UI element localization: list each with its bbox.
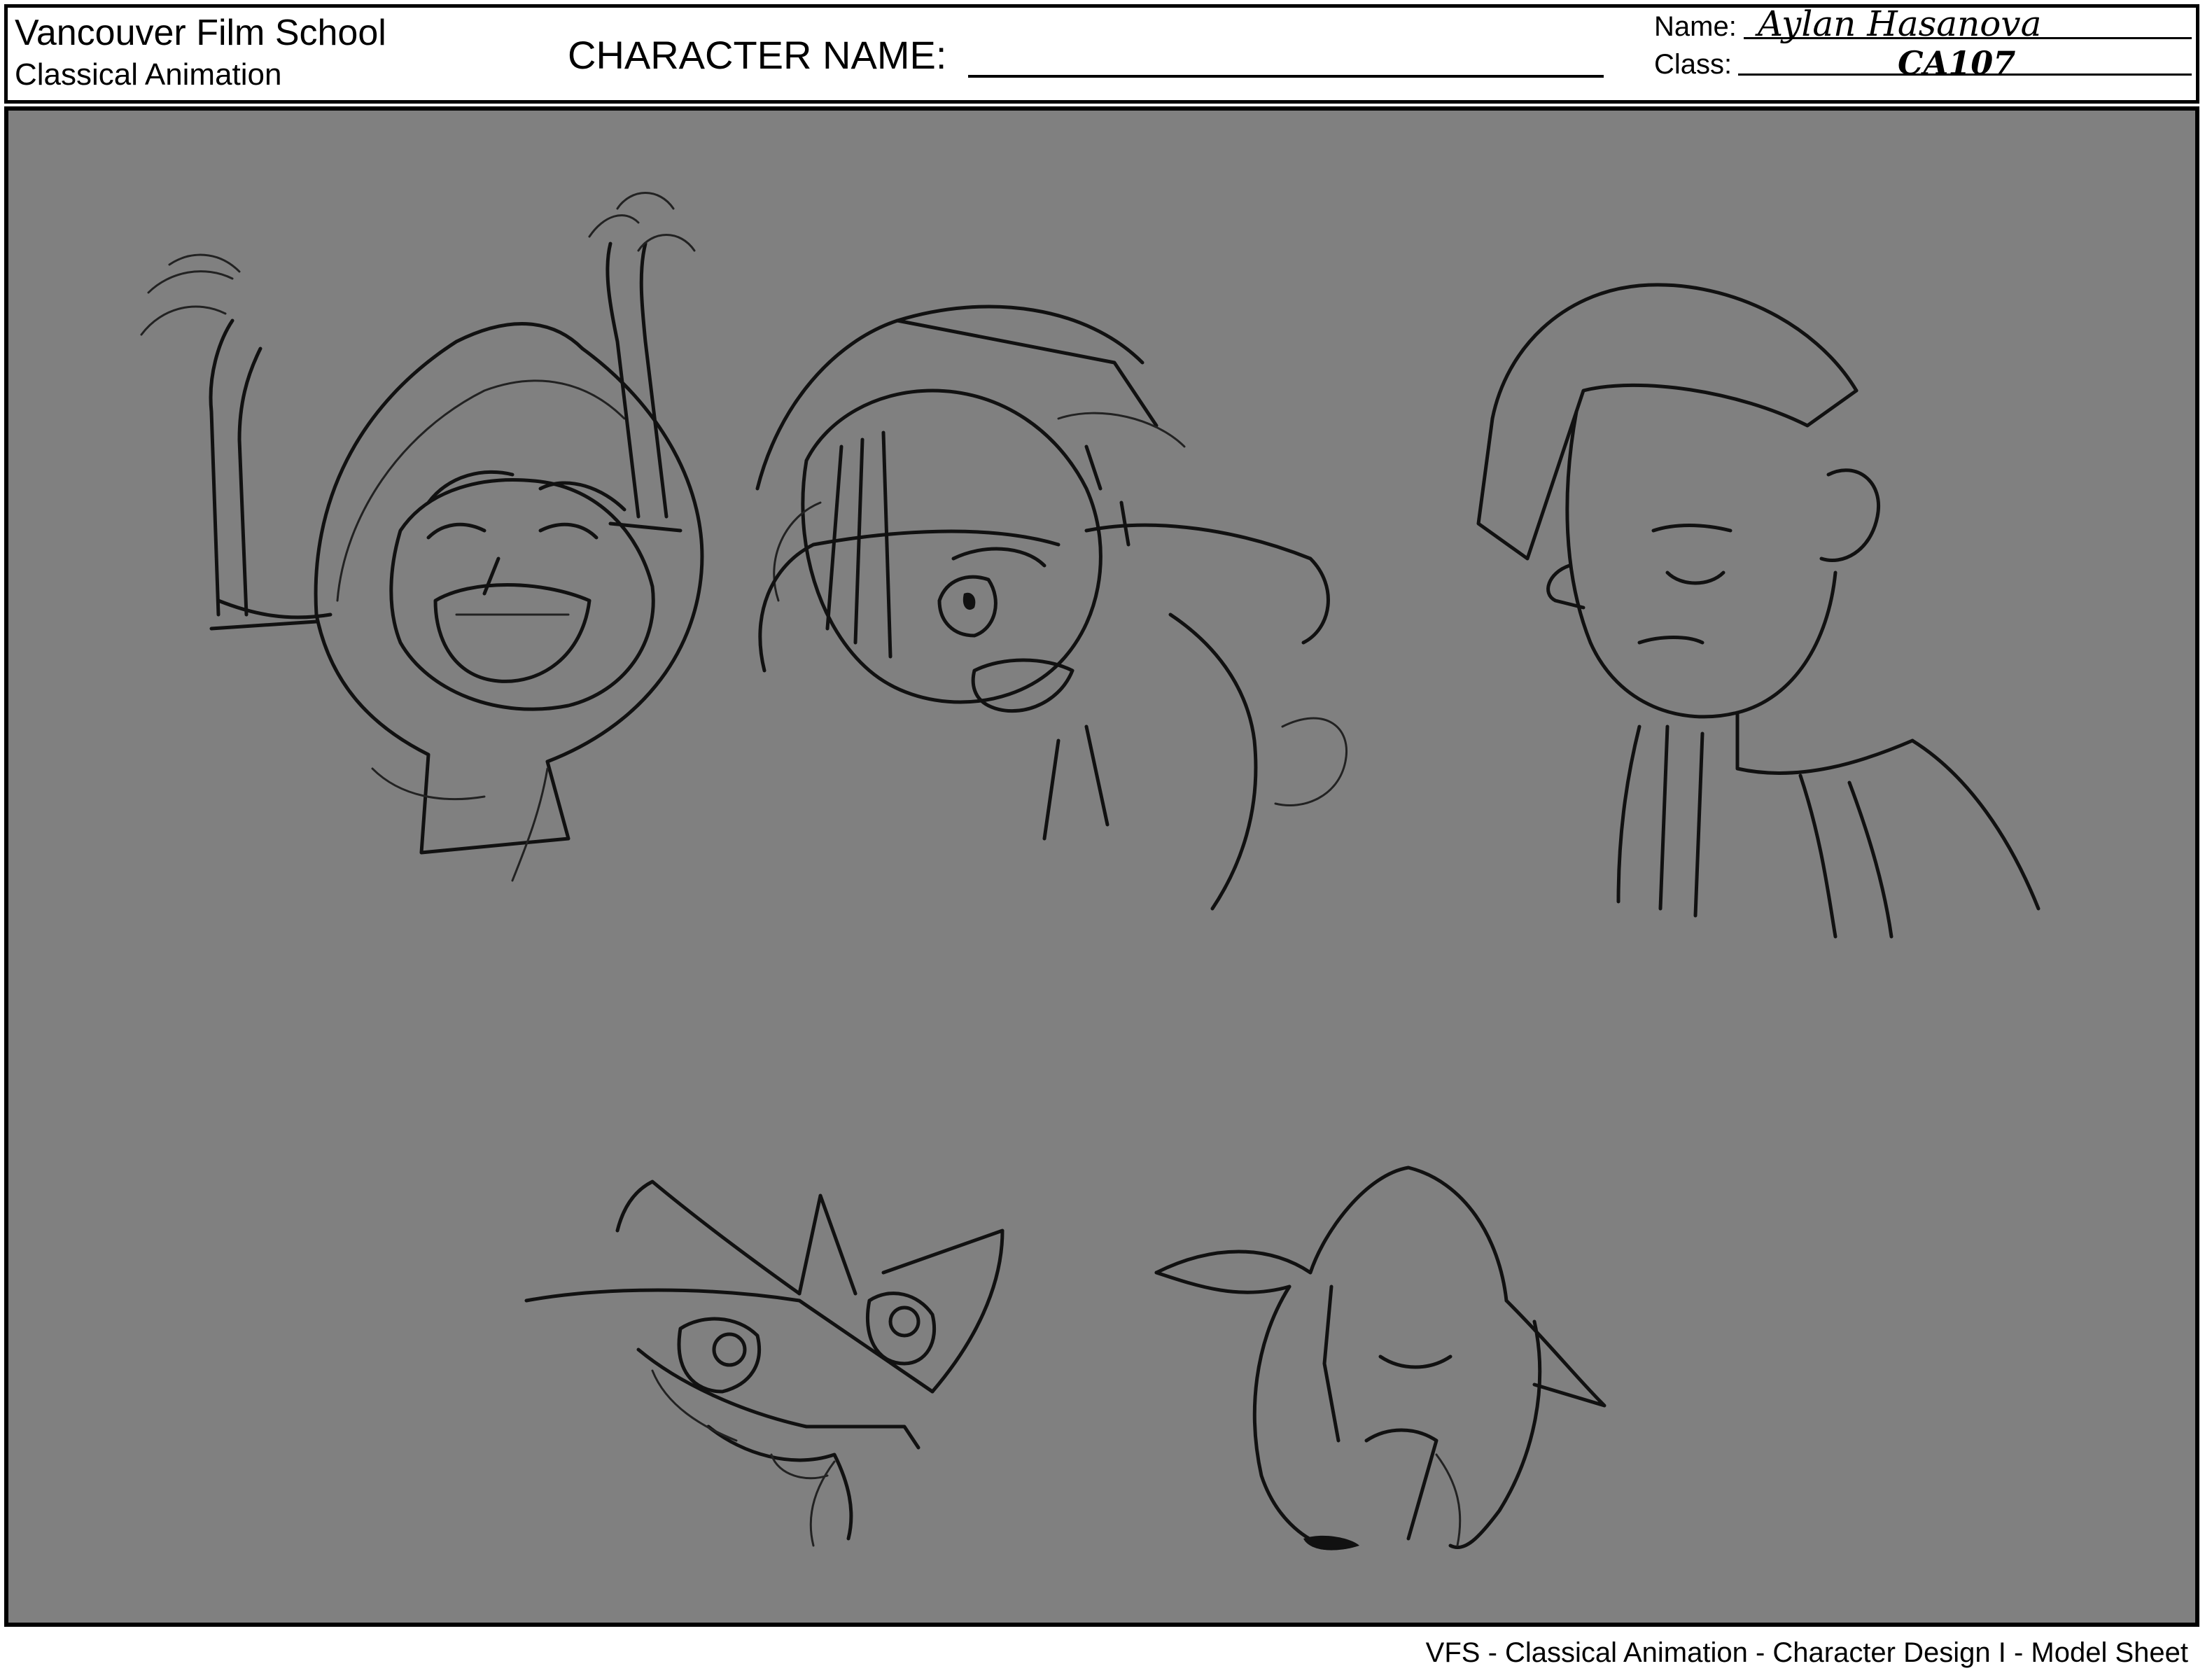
class-label: Class: — [1654, 49, 1732, 80]
class-value: CA107 — [1898, 44, 2016, 82]
sketches-canvas — [140, 192, 2040, 1550]
sheet-footer: VFS - Classical Animation - Character De… — [1425, 1637, 2188, 1668]
student-name-label: Name: — [1654, 11, 1737, 42]
laughing-hooded-character-sketch — [140, 192, 704, 882]
surprised-fox-head-sketch — [524, 1180, 1004, 1547]
character-name-label: CHARACTER NAME: — [568, 33, 947, 77]
department-name: Classical Animation — [15, 57, 282, 92]
angry-hooded-character-sketch — [755, 304, 1348, 911]
character-name-line — [968, 75, 1604, 78]
student-name-value: Aylan Hasanova — [1758, 4, 2042, 44]
sheet-header: Vancouver Film School Classical Animatio… — [4, 4, 2199, 104]
school-name: Vancouver Film School — [15, 13, 386, 53]
sad-boy-character-sketch — [1476, 283, 2040, 939]
model-sheet: Vancouver Film School Classical Animatio… — [0, 0, 2205, 1680]
sad-fox-head-sketch — [1154, 1166, 1606, 1550]
drawing-panel — [4, 106, 2199, 1627]
